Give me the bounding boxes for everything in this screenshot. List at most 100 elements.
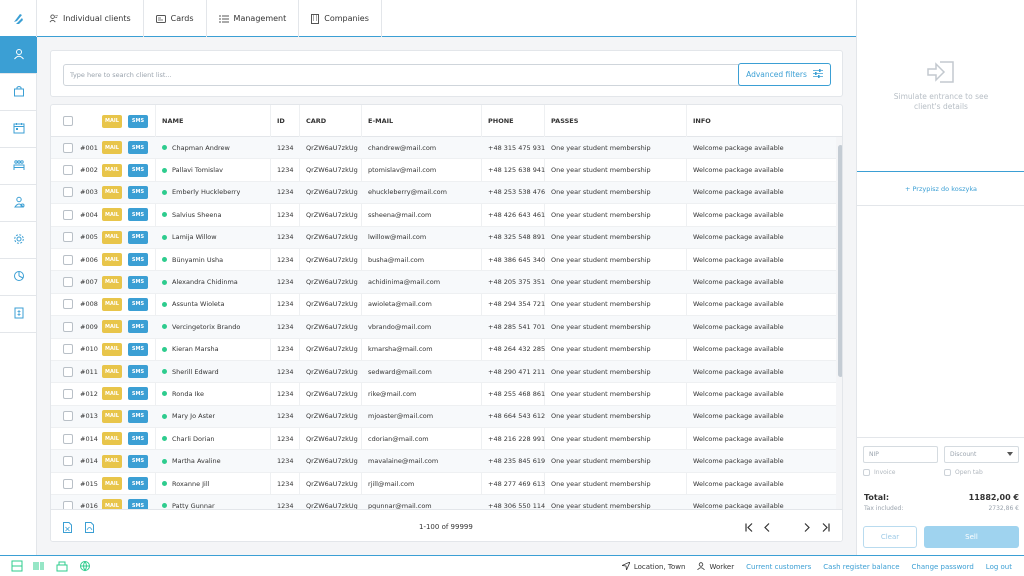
scrollbar-thumb[interactable] xyxy=(837,145,842,377)
sms-button[interactable]: SMS xyxy=(128,253,148,267)
row-checkbox[interactable] xyxy=(63,232,73,243)
column-header-passes[interactable]: PASSES xyxy=(551,105,578,137)
sms-button[interactable]: SMS xyxy=(128,230,148,244)
mail-button[interactable]: MAIL xyxy=(102,163,122,177)
layout-icon[interactable] xyxy=(11,560,23,572)
mail-button[interactable]: MAIL xyxy=(102,230,122,244)
table-row[interactable]: #002 Pallavi Tomislav 1234 QrZW6aU7zkUg ptom… xyxy=(51,159,836,182)
sell-button[interactable]: Sell xyxy=(924,526,1019,548)
mail-button[interactable]: MAIL xyxy=(102,342,122,356)
row-checkbox[interactable] xyxy=(63,321,73,332)
row-checkbox[interactable] xyxy=(63,142,73,153)
tab-companies[interactable]: Companies xyxy=(299,0,382,37)
column-header-info[interactable]: INFO xyxy=(693,105,711,137)
table-row[interactable]: #016 Patty Gunnar 1234 QrZW6aU7zkUg pgunnar@… xyxy=(51,495,836,509)
tab-individual-clients[interactable]: Individual clients xyxy=(37,0,144,37)
mail-button[interactable]: MAIL xyxy=(102,387,122,401)
change-password-link[interactable]: Change password xyxy=(912,563,974,571)
row-checkbox[interactable] xyxy=(63,254,73,265)
table-row[interactable]: #014 Charli Dorian 1234 QrZW6aU7zkUg cdorian… xyxy=(51,428,836,451)
sms-button[interactable]: SMS xyxy=(128,163,148,177)
row-checkbox[interactable] xyxy=(63,209,73,220)
row-checkbox[interactable] xyxy=(63,165,73,176)
log-out-link[interactable]: Log out xyxy=(986,563,1012,571)
mail-button[interactable]: MAIL xyxy=(102,208,122,222)
mail-button[interactable]: MAIL xyxy=(102,365,122,379)
mail-button[interactable]: MAIL xyxy=(102,297,122,311)
sms-button[interactable]: SMS xyxy=(128,297,148,311)
sms-button[interactable]: SMS xyxy=(128,365,148,379)
assign-to-cart-link[interactable]: + Przypisz do koszyka xyxy=(857,172,1024,206)
table-row[interactable]: #013 Mary Jo Aster 1234 QrZW6aU7zkUg mjoaste… xyxy=(51,405,836,429)
sms-button[interactable]: SMS xyxy=(128,409,148,423)
mail-button[interactable]: MAIL xyxy=(102,141,122,155)
mail-button[interactable]: MAIL xyxy=(102,454,122,468)
barcode-icon[interactable] xyxy=(33,560,45,572)
sms-button[interactable]: SMS xyxy=(128,141,148,155)
sidebar-item-finance[interactable] xyxy=(0,296,37,333)
clear-button[interactable]: Clear xyxy=(863,526,917,548)
sms-button[interactable]: SMS xyxy=(128,387,148,401)
entrance-simulation[interactable]: Simulate entrance to see client's detail… xyxy=(857,0,1024,172)
table-row[interactable]: #006 Bünyamin Usha 1234 QrZW6aU7zkUg busha@m… xyxy=(51,249,836,272)
sidebar-item-staff[interactable] xyxy=(0,185,37,222)
mail-button[interactable]: MAIL xyxy=(102,409,122,423)
globe-icon[interactable] xyxy=(79,560,91,572)
sidebar-item-shop[interactable] xyxy=(0,74,37,111)
sms-button[interactable]: SMS xyxy=(128,185,148,199)
table-row[interactable]: #003 Emberly Huckleberry 1234 QrZW6aU7zkUg e… xyxy=(51,181,836,205)
sms-button[interactable]: SMS xyxy=(128,320,148,334)
sms-all-button[interactable]: SMS xyxy=(128,114,148,128)
sidebar-item-calendar[interactable] xyxy=(0,111,37,148)
row-checkbox[interactable] xyxy=(63,277,73,288)
row-checkbox[interactable] xyxy=(63,478,73,489)
table-row[interactable]: #009 Vercingetorix Brando 1234 QrZW6aU7zkUg… xyxy=(51,316,836,339)
table-row[interactable]: #008 Assunta Wioleta 1234 QrZW6aU7zkUg awiol… xyxy=(51,294,836,317)
mail-button[interactable]: MAIL xyxy=(102,275,122,289)
table-scrollbar[interactable] xyxy=(836,137,842,509)
row-checkbox[interactable] xyxy=(63,366,73,377)
search-input[interactable] xyxy=(70,71,763,79)
mail-button[interactable]: MAIL xyxy=(102,499,122,509)
row-checkbox[interactable] xyxy=(63,187,73,198)
tab-management[interactable]: Management xyxy=(207,0,300,37)
mail-button[interactable]: MAIL xyxy=(102,320,122,334)
row-checkbox[interactable] xyxy=(63,299,73,310)
table-row[interactable]: #001 Chapman Andrew 1234 QrZW6aU7zkUg chandr… xyxy=(51,137,836,160)
sms-button[interactable]: SMS xyxy=(128,477,148,491)
mail-button[interactable]: MAIL xyxy=(102,432,122,446)
sidebar-item-settings[interactable] xyxy=(0,222,37,259)
invoice-option[interactable]: Invoice xyxy=(863,469,895,476)
sms-button[interactable]: SMS xyxy=(128,342,148,356)
sidebar-item-clients[interactable] xyxy=(0,37,37,74)
sms-button[interactable]: SMS xyxy=(128,454,148,468)
select-all-checkbox[interactable] xyxy=(63,116,73,126)
table-row[interactable]: #005 Lamija Willow 1234 QrZW6aU7zkUg lwillow… xyxy=(51,226,836,249)
row-checkbox[interactable] xyxy=(63,344,73,355)
last-page-icon[interactable] xyxy=(819,521,831,533)
sidebar-item-reports[interactable] xyxy=(0,259,37,296)
table-row[interactable]: #015 Roxanne Jill 1234 QrZW6aU7zkUg rjill@ma… xyxy=(51,473,836,496)
mail-button[interactable]: MAIL xyxy=(102,477,122,491)
nip-field[interactable]: NIP xyxy=(863,446,938,463)
row-checkbox[interactable] xyxy=(63,456,73,467)
current-customers-link[interactable]: Current customers xyxy=(746,563,811,571)
cash-register-balance-link[interactable]: Cash register balance xyxy=(823,563,899,571)
discount-select[interactable]: Discount xyxy=(944,446,1019,463)
sms-button[interactable]: SMS xyxy=(128,499,148,509)
invoice-checkbox[interactable] xyxy=(863,469,870,476)
column-header-email[interactable]: E-MAIL xyxy=(368,105,393,137)
column-header-id[interactable]: ID xyxy=(277,105,285,137)
sms-button[interactable]: SMS xyxy=(128,432,148,446)
row-checkbox[interactable] xyxy=(63,433,73,444)
sidebar-item-classes[interactable] xyxy=(0,148,37,185)
open-tab-checkbox[interactable] xyxy=(944,469,951,476)
table-row[interactable]: #014 Martha Avaline 1234 QrZW6aU7zkUg mavala… xyxy=(51,450,836,473)
row-checkbox[interactable] xyxy=(63,500,73,509)
table-row[interactable]: #007 Alexandra Chidinma 1234 QrZW6aU7zkUg ac… xyxy=(51,271,836,294)
first-page-icon[interactable] xyxy=(744,521,756,533)
app-logo[interactable] xyxy=(0,0,37,37)
mail-all-button[interactable]: MAIL xyxy=(102,114,122,128)
mail-button[interactable]: MAIL xyxy=(102,185,122,199)
prev-page-icon[interactable] xyxy=(761,521,773,533)
